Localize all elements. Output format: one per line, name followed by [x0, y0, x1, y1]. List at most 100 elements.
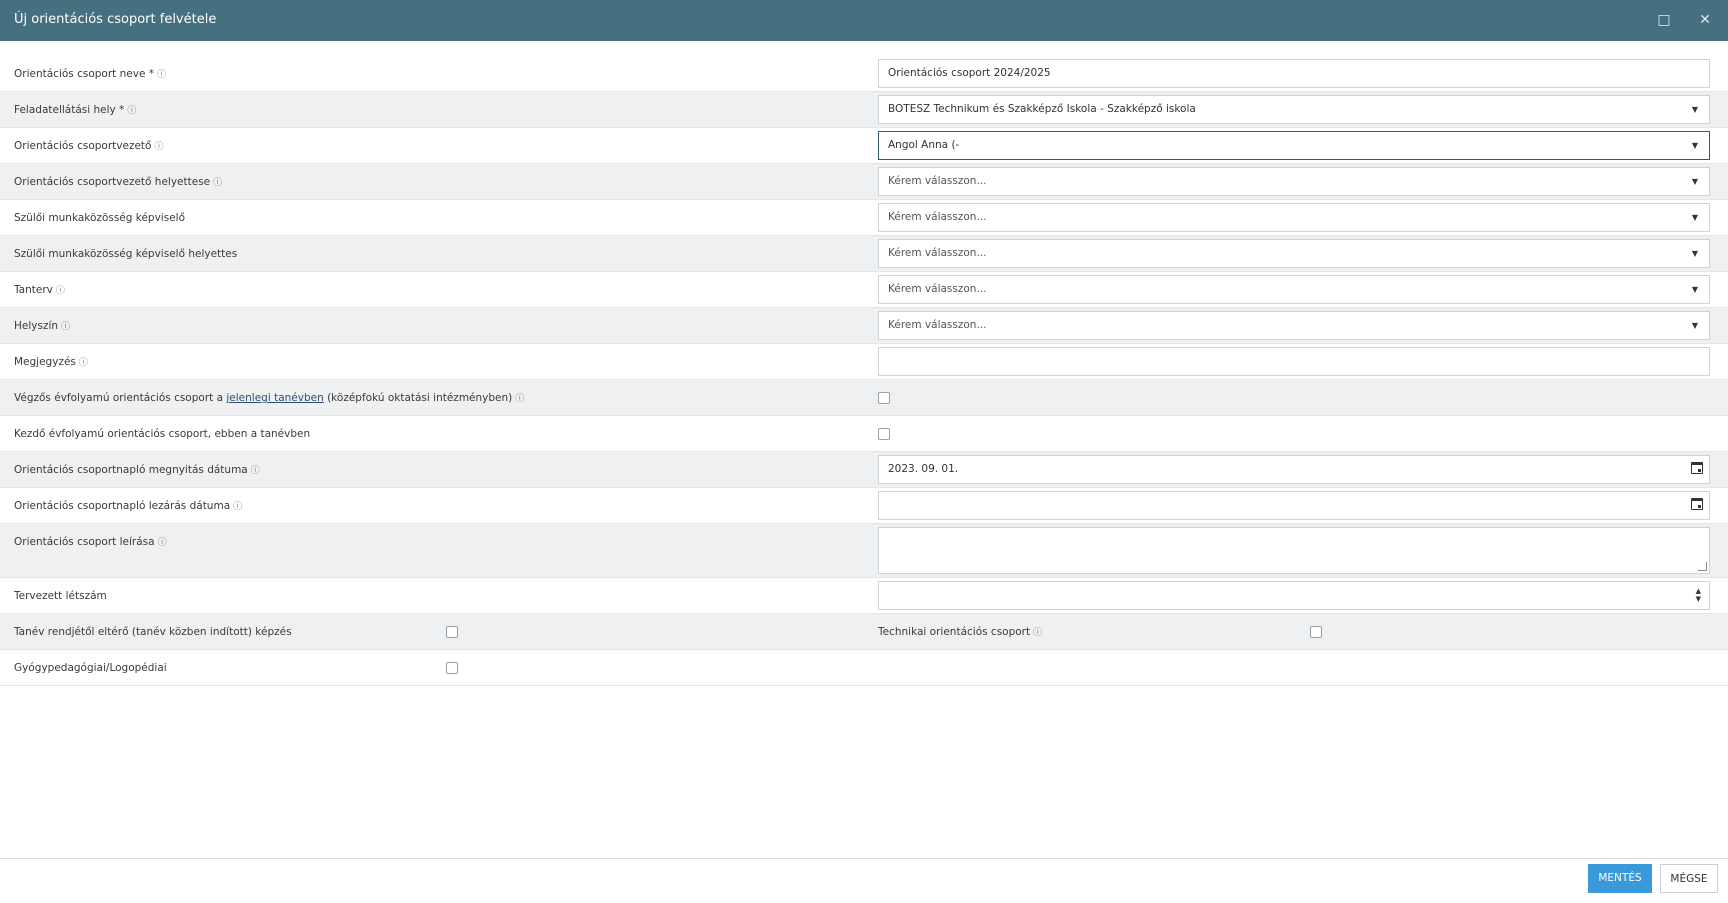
chevron-down-icon[interactable]: ▼	[1681, 240, 1709, 267]
close-icon[interactable]: ✕	[1695, 10, 1715, 30]
checkbox[interactable]	[446, 626, 458, 638]
field-label: Orientációs csoport neve * ⓘ	[14, 56, 166, 93]
form-row: Kezdő évfolyamú orientációs csoport, ebb…	[0, 416, 1728, 452]
field-placeholder: Kérem válasszon...	[888, 319, 987, 331]
select-field[interactable]: Kérem válasszon... ▼	[878, 203, 1710, 232]
form-row: Feladatellátási hely * ⓘ BOTESZ Technikum …	[0, 92, 1728, 128]
calendar-icon[interactable]	[1691, 462, 1703, 474]
date-field[interactable]: 2023. 09. 01.	[878, 455, 1710, 484]
checkbox[interactable]	[446, 662, 458, 674]
field-label: Tervezett létszám	[14, 578, 107, 614]
label-text: Orientációs csoportnapló megnyitás dátum…	[14, 464, 248, 476]
info-icon[interactable]: ⓘ	[127, 93, 136, 129]
text-field[interactable]	[878, 347, 1710, 376]
field-label: Orientációs csoport leírása ⓘ	[14, 524, 167, 561]
label-text: Tanév rendjétől eltérő (tanév közben ind…	[14, 626, 292, 638]
select-field[interactable]: Kérem válasszon... ▼	[878, 167, 1710, 196]
select-field[interactable]: Kérem válasszon... ▼	[878, 311, 1710, 340]
label-text: Orientációs csoportnapló lezárás dátuma	[14, 500, 231, 512]
info-icon[interactable]: ⓘ	[515, 381, 524, 417]
checkbox[interactable]	[878, 392, 890, 404]
select-field[interactable]: Kérem válasszon... ▼	[878, 239, 1710, 268]
select-field[interactable]: BOTESZ Technikum és Szakképző Iskola - S…	[878, 95, 1710, 124]
field-label: Technikai orientációs csoport ⓘ	[878, 614, 1042, 651]
field-label: Tanterv ⓘ	[14, 272, 65, 309]
form-row: Végzős évfolyamú orientációs csoport a j…	[0, 380, 1728, 416]
info-icon[interactable]: ⓘ	[233, 489, 242, 525]
field-placeholder: Kérem válasszon...	[888, 175, 987, 187]
label-text: Tanterv	[14, 284, 53, 296]
field-placeholder: Kérem válasszon...	[888, 247, 987, 259]
field-label: Helyszín ⓘ	[14, 308, 70, 345]
form-row: Szülői munkaközösség képviselő Kérem vála…	[0, 200, 1728, 236]
label-text: Tervezett létszám	[14, 590, 107, 602]
form: Orientációs csoport neve * ⓘ Orientációs c…	[0, 56, 1728, 686]
select-field[interactable]: Kérem válasszon... ▼	[878, 275, 1710, 304]
field-value: 2023. 09. 01.	[888, 463, 959, 475]
label-text: (középfokú oktatási intézményben)	[323, 392, 513, 404]
chevron-down-icon[interactable]: ▼	[1681, 168, 1709, 195]
info-icon[interactable]: ⓘ	[157, 57, 166, 93]
info-icon[interactable]: ⓘ	[61, 309, 70, 345]
field-label: Feladatellátási hely * ⓘ	[14, 92, 136, 129]
dialog-footer: MENTÉS MÉGSE	[0, 858, 1728, 903]
form-row: Szülői munkaközösség képviselő helyettes…	[0, 236, 1728, 272]
calendar-icon[interactable]	[1691, 498, 1703, 510]
number-field[interactable]: ▲ ▼	[878, 581, 1710, 610]
chevron-down-icon[interactable]: ▼	[1681, 132, 1709, 159]
label-text: Feladatellátási hely *	[14, 104, 125, 116]
form-row: Gyógypedagógiai/Logopédiai	[0, 650, 1728, 686]
info-icon[interactable]: ⓘ	[251, 453, 260, 489]
checkbox[interactable]	[878, 428, 890, 440]
form-row: Orientációs csoportnapló megnyitás dátum…	[0, 452, 1728, 488]
info-icon[interactable]: ⓘ	[154, 129, 163, 165]
label-text: Megjegyzés	[14, 356, 76, 368]
chevron-down-icon[interactable]: ▼	[1681, 204, 1709, 231]
info-icon[interactable]: ⓘ	[79, 345, 88, 381]
checkbox[interactable]	[1310, 626, 1322, 638]
save-button[interactable]: MENTÉS	[1588, 864, 1652, 893]
label-text: Orientációs csoportvezető helyettese	[14, 176, 211, 188]
textarea-field[interactable]	[878, 527, 1710, 574]
dialog: Új orientációs csoport felvétele □ ✕ Ori…	[0, 0, 1728, 903]
label-text: Szülői munkaközösség képviselő helyettes	[14, 248, 238, 260]
field-label: Orientációs csoportvezető helyettese ⓘ	[14, 164, 222, 201]
info-icon[interactable]: ⓘ	[158, 525, 167, 561]
label-text: Szülői munkaközösség képviselő	[14, 212, 185, 224]
label-text: Technikai orientációs csoport	[878, 626, 1031, 638]
cancel-button[interactable]: MÉGSE	[1660, 864, 1718, 893]
info-icon[interactable]: ⓘ	[56, 273, 65, 309]
info-icon[interactable]: ⓘ	[213, 165, 222, 201]
spinner-icon[interactable]: ▲ ▼	[1696, 587, 1701, 603]
chevron-down-icon[interactable]: ▼	[1681, 312, 1709, 339]
resize-handle-icon[interactable]	[1698, 562, 1707, 571]
chevron-down-icon[interactable]: ▼	[1681, 96, 1709, 123]
form-row: Tervezett létszám ▲ ▼	[0, 578, 1728, 614]
form-row: Helyszín ⓘ Kérem válasszon... ▼	[0, 308, 1728, 344]
field-label: Tanév rendjétől eltérő (tanév közben ind…	[14, 614, 292, 650]
field-label: Szülői munkaközösség képviselő helyettes	[14, 236, 237, 272]
text-field[interactable]: Orientációs csoport 2024/2025	[878, 59, 1710, 88]
label-text: Kezdő évfolyamú orientációs csoport, ebb…	[14, 428, 311, 440]
label-text: Orientációs csoport neve *	[14, 68, 154, 80]
date-field[interactable]	[878, 491, 1710, 520]
form-row: Orientációs csoportvezető ⓘ Angol Anna (- ▼	[0, 128, 1728, 164]
field-value: Angol Anna (-	[888, 139, 960, 151]
field-label: Végzős évfolyamú orientációs csoport a j…	[14, 380, 524, 417]
field-label: Megjegyzés ⓘ	[14, 344, 88, 381]
field-label: Kezdő évfolyamú orientációs csoport, ebb…	[14, 416, 310, 452]
label-text: Helyszín	[14, 320, 59, 332]
label-text: Orientációs csoport leírása	[14, 536, 155, 548]
maximize-icon[interactable]: □	[1654, 10, 1674, 30]
field-label: Orientációs csoportnapló lezárás dátuma ⓘ	[14, 488, 242, 525]
info-icon[interactable]: ⓘ	[1033, 615, 1042, 651]
form-row: Megjegyzés ⓘ	[0, 344, 1728, 380]
label-link[interactable]: jelenlegi tanévben	[226, 392, 323, 404]
form-row: Tanterv ⓘ Kérem válasszon... ▼	[0, 272, 1728, 308]
dialog-titlebar: Új orientációs csoport felvétele □ ✕	[0, 0, 1728, 41]
chevron-down-icon[interactable]: ▼	[1681, 276, 1709, 303]
label-text: Gyógypedagógiai/Logopédiai	[14, 662, 167, 674]
form-row: Orientációs csoport neve * ⓘ Orientációs c…	[0, 56, 1728, 92]
select-field[interactable]: Angol Anna (- ▼	[878, 131, 1710, 160]
field-label: Szülői munkaközösség képviselő	[14, 200, 185, 236]
